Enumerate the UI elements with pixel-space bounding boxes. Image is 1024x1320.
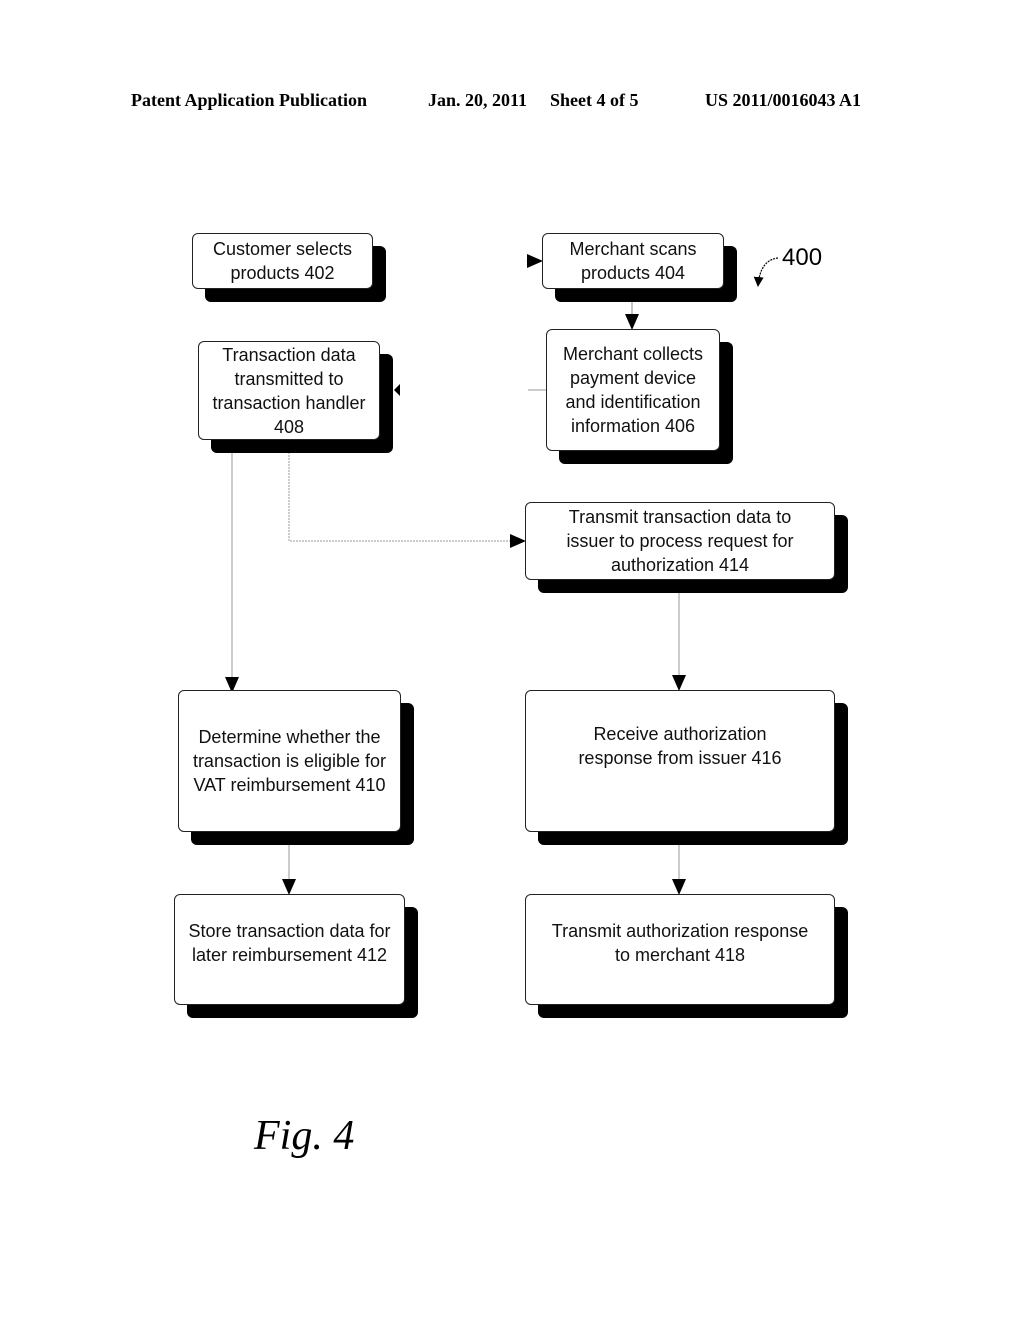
reference-number: 400	[782, 244, 823, 271]
node-box: Merchant scans products 404	[542, 233, 724, 289]
node-label: Store transaction data for later reimbur…	[188, 920, 391, 965]
node-label: Transaction data transmitted to transact…	[212, 344, 366, 437]
edge-408-414	[288, 452, 526, 548]
node-box: Customer selects products 402	[192, 233, 373, 289]
node-label: Customer selects products 402	[212, 239, 353, 283]
node-box: Merchant collects payment device and ide…	[546, 329, 720, 451]
node-label: Transmit authorization response to merch…	[551, 920, 809, 965]
node-box: Transaction data transmitted to transact…	[198, 341, 380, 440]
node-label: Merchant scans products 404	[569, 239, 697, 283]
reference-arrow	[753, 257, 779, 287]
node-box: Transmit transaction data to issuer to p…	[525, 502, 835, 580]
node-label: Determine whether the transaction is eli…	[192, 727, 387, 795]
node-label: Transmit transaction data to issuer to p…	[566, 507, 794, 575]
node-label: Merchant collects payment device and ide…	[562, 344, 704, 436]
node-box: Transmit authorization response to merch…	[525, 894, 835, 1005]
edge-406-408-head	[394, 384, 400, 396]
node-box: Store transaction data for later reimbur…	[174, 894, 405, 1005]
node-box: Receive authorization response from issu…	[525, 690, 835, 832]
figure-label: Fig. 4	[254, 1113, 355, 1159]
node-label: Receive authorization response from issu…	[578, 724, 782, 768]
node-box: Determine whether the transaction is eli…	[178, 690, 401, 832]
connectors	[225, 254, 779, 895]
